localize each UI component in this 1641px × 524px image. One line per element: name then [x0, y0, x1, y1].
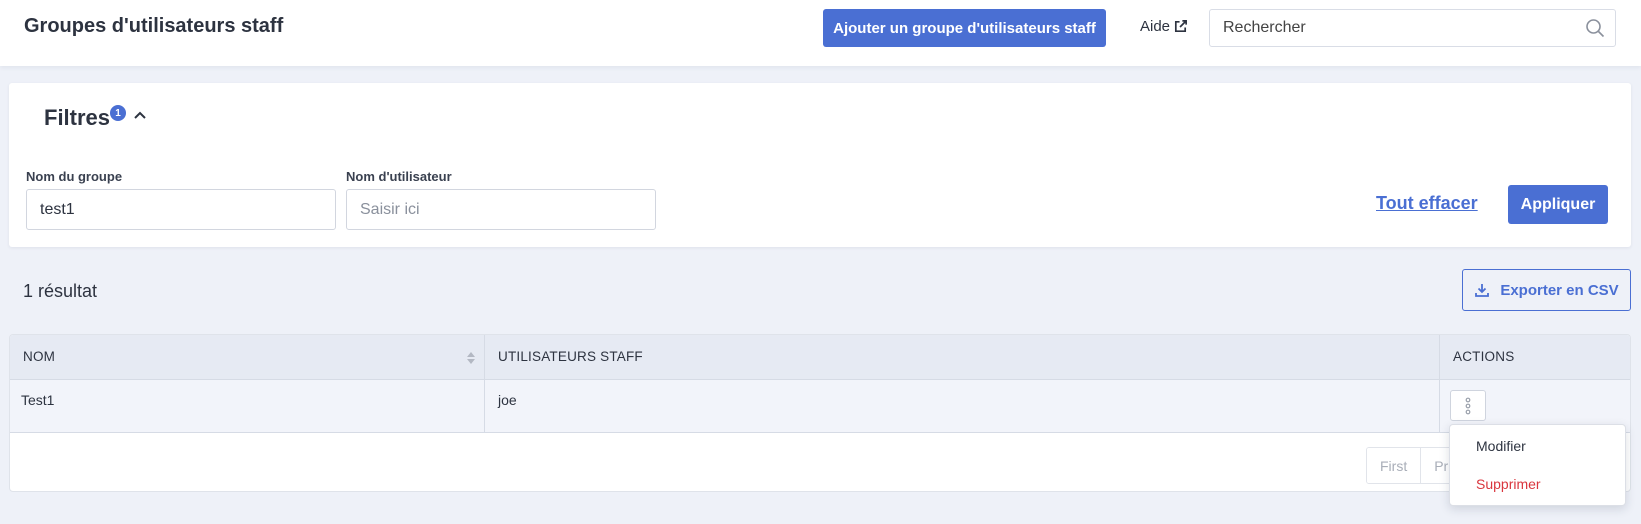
results-count: 1 résultat — [23, 281, 98, 301]
column-divider — [1439, 380, 1440, 433]
apply-button[interactable]: Appliquer — [1508, 185, 1608, 224]
kebab-menu-icon — [1465, 397, 1471, 414]
download-icon — [1475, 284, 1490, 297]
first-page-button[interactable]: First — [1367, 448, 1422, 483]
external-link-icon — [1175, 20, 1187, 33]
menu-item-delete[interactable]: Supprimer — [1476, 476, 1541, 492]
filters-panel: Filtres 1 Nom du groupe Nom d'utilisateu… — [9, 83, 1631, 247]
search-icon[interactable] — [1585, 18, 1605, 38]
help-link[interactable]: Aide — [1140, 18, 1188, 35]
active-filters-badge: 1 — [110, 105, 126, 121]
chevron-up-icon[interactable] — [133, 110, 147, 120]
column-header-staff-users: UTILISATEURS STAFF — [498, 349, 643, 364]
menu-item-edit[interactable]: Modifier — [1476, 438, 1526, 454]
top-header: Groupes d'utilisateurs staff Ajouter un … — [0, 0, 1641, 66]
username-label: Nom d'utilisateur — [346, 169, 452, 184]
groups-table: NOM UTILISATEURS STAFF ACTIONS Test1 joe… — [9, 334, 1631, 492]
row-actions-button[interactable] — [1450, 390, 1486, 421]
column-header-actions: ACTIONS — [1453, 349, 1515, 364]
row-actions-menu: Modifier Supprimer — [1449, 424, 1626, 506]
export-label: Exporter en CSV — [1500, 281, 1619, 299]
filters-title[interactable]: Filtres — [44, 105, 110, 131]
sort-icon[interactable] — [466, 350, 476, 366]
add-staff-group-button[interactable]: Ajouter un groupe d'utilisateurs staff — [823, 9, 1106, 47]
clear-all-link[interactable]: Tout effacer — [1376, 193, 1478, 214]
export-csv-button[interactable]: Exporter en CSV — [1462, 269, 1631, 311]
cell-staff-users: joe — [498, 392, 517, 408]
column-divider — [484, 335, 485, 380]
page-title: Groupes d'utilisateurs staff — [24, 15, 284, 37]
column-divider — [484, 380, 485, 433]
column-header-name[interactable]: NOM — [23, 349, 55, 364]
help-label: Aide — [1140, 18, 1171, 35]
table-row: Test1 joe — [10, 380, 1630, 433]
cell-group-name: Test1 — [21, 392, 55, 408]
group-name-label: Nom du groupe — [26, 169, 123, 184]
table-header: NOM UTILISATEURS STAFF ACTIONS — [10, 335, 1630, 380]
username-input[interactable] — [346, 189, 656, 230]
group-name-input[interactable] — [26, 189, 336, 230]
search-box — [1209, 9, 1616, 47]
column-divider — [1439, 335, 1440, 380]
search-input[interactable] — [1210, 10, 1570, 46]
